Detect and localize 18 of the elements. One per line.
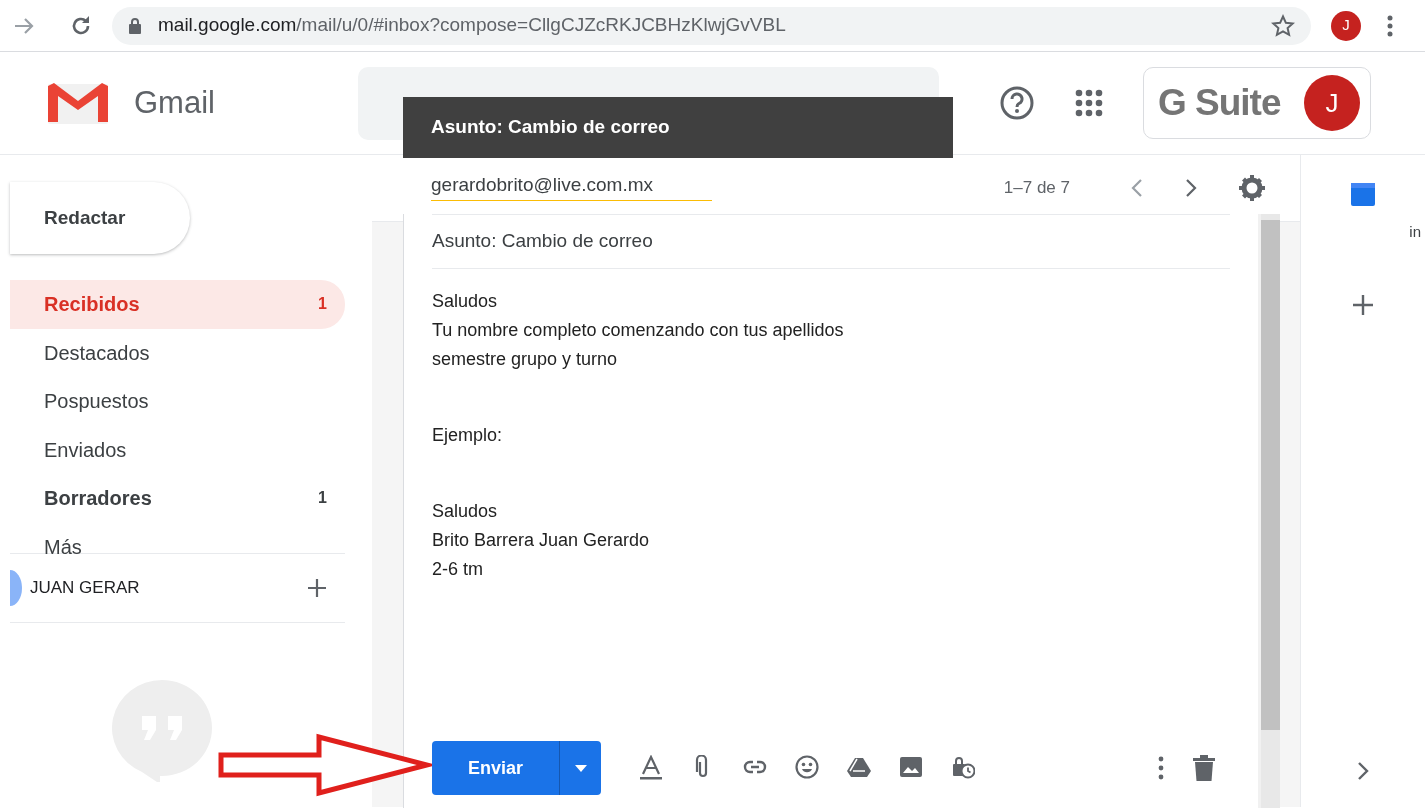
unread-count: 1 — [318, 488, 327, 509]
folder-label: Borradores — [44, 486, 152, 512]
folder-label: Más — [44, 534, 82, 560]
message-paragraph: Ejemplo: — [432, 423, 504, 447]
app-name: Gmail — [134, 83, 215, 122]
side-text: in — [1409, 222, 1421, 242]
message-paragraph: Saludos Tu nombre completo comenzando con tus apellidos semestre grupo y turno — [432, 289, 845, 371]
compose-title: Asunto: Cambio de correo — [431, 115, 670, 140]
folder-label: Pospuestos — [44, 389, 149, 415]
unread-count: 1 — [318, 294, 327, 315]
message-paragraph: Saludos Brito Barrera Juan Gerardo 2-6 tm — [432, 499, 651, 581]
folder-label: Destacados — [44, 340, 150, 366]
folder-label: Recibidos — [44, 292, 140, 318]
pagination-text: 1–7 de 7 — [1003, 177, 1070, 200]
url-text: mail.google.com/mail/u/0/#inbox?compose=CllgCJZcRKJCBHzKlwjGvVBL — [158, 13, 787, 38]
folder-label: Enviados — [44, 437, 127, 463]
user-name: JUAN GERAR — [30, 577, 140, 600]
brand-logo-text: G Suite — [1157, 81, 1281, 126]
